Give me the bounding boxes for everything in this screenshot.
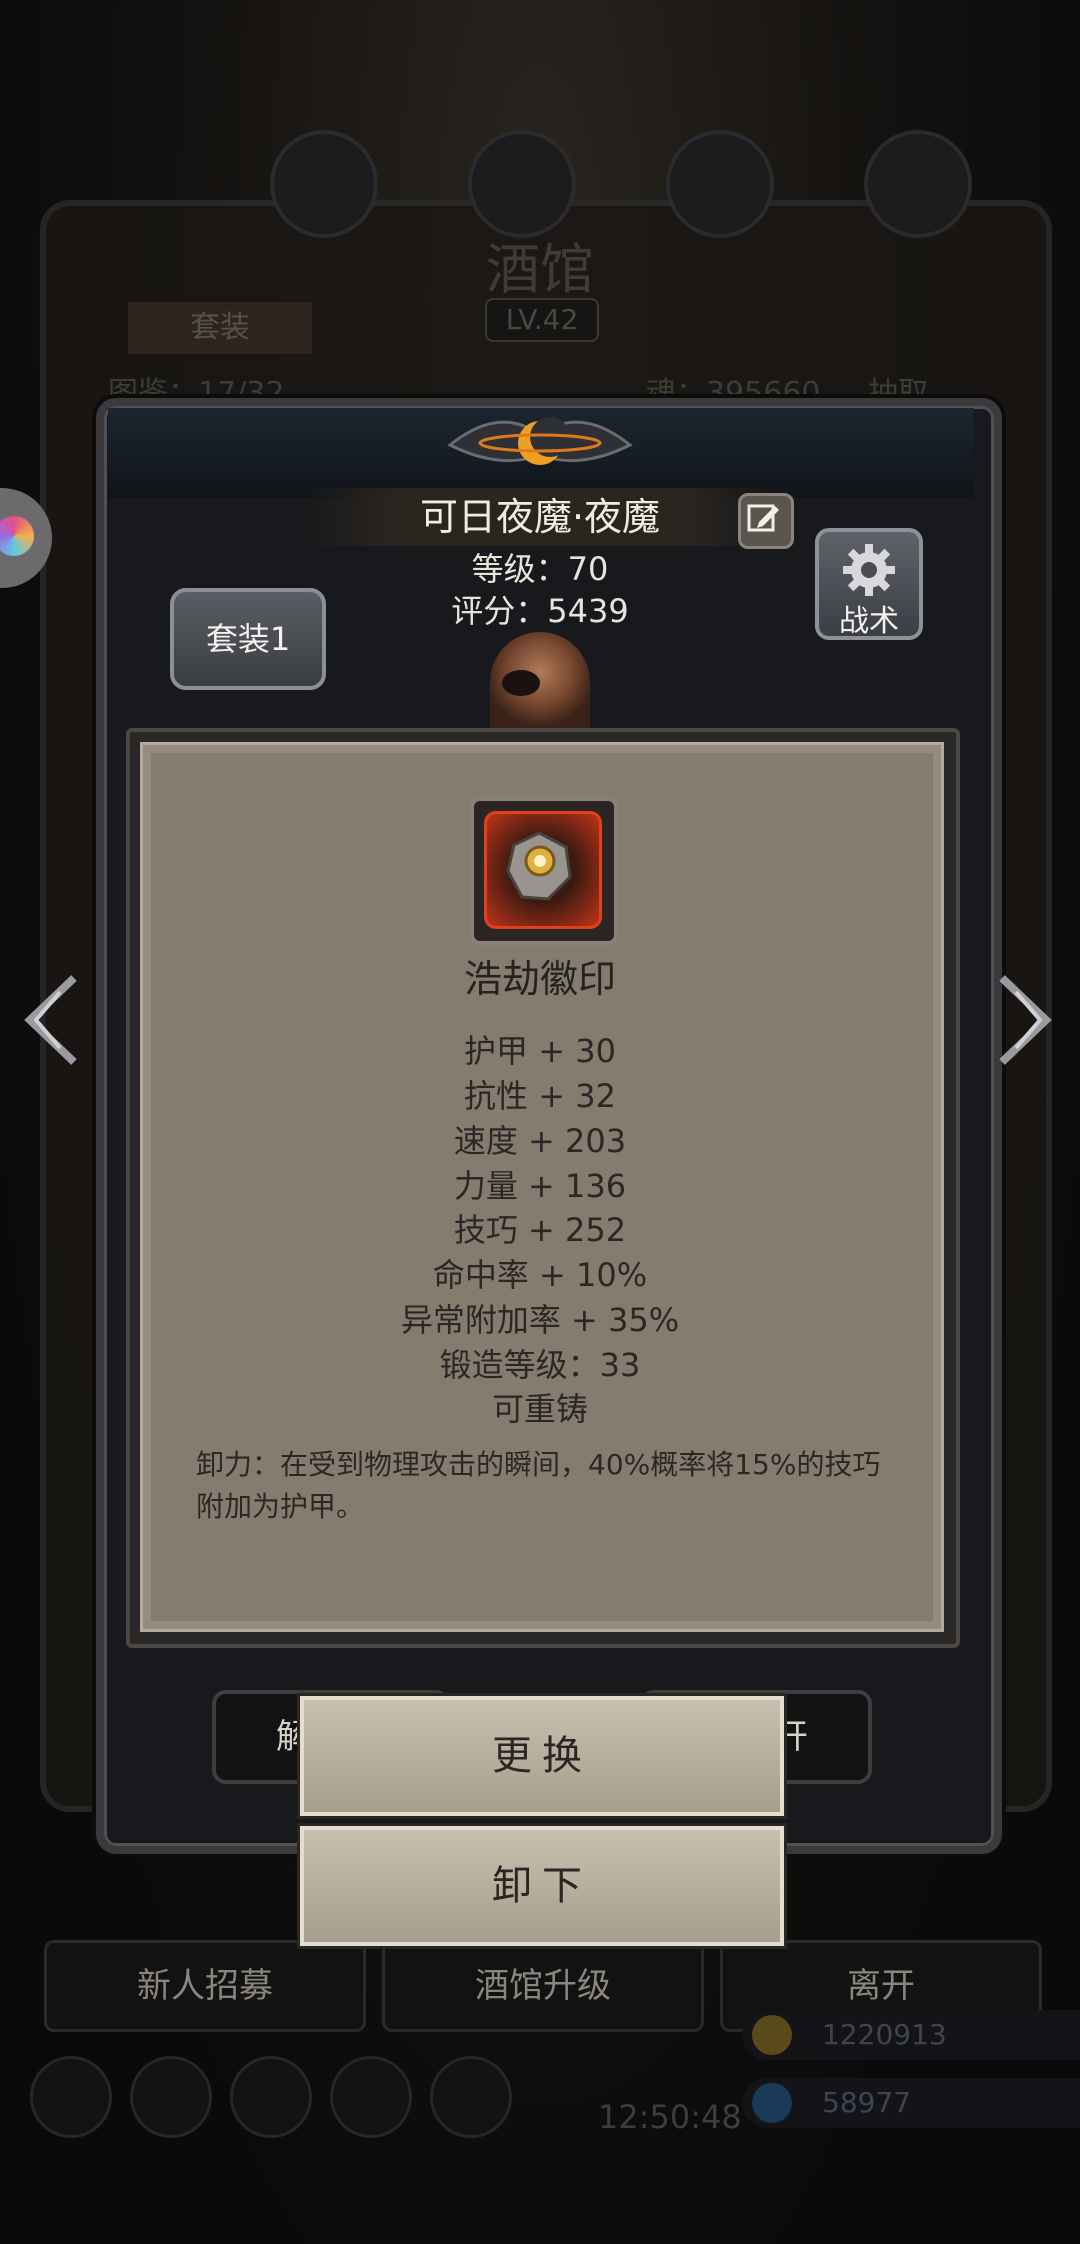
hero-name: 可日夜魔·夜魔 — [300, 488, 780, 546]
gem-icon — [752, 2083, 792, 2123]
top-icon-2 — [468, 130, 576, 238]
top-icon-row — [270, 130, 972, 238]
item-attribute: 速度 + 203 — [453, 1122, 627, 1160]
item-forge-level: 锻造等级：33 — [439, 1346, 641, 1384]
gold-counter: 1220913 — [742, 2010, 1080, 2060]
hero-portrait — [490, 632, 590, 732]
top-icon-1 — [270, 130, 378, 238]
item-attribute: 力量 + 136 — [453, 1167, 627, 1205]
gem-counter: 58977 — [742, 2078, 1080, 2128]
unequip-button[interactable]: 卸下 — [300, 1826, 784, 1946]
menu-icon-4[interactable] — [330, 2056, 412, 2138]
tavern-level: LV.42 — [485, 298, 599, 342]
top-icon-3 — [666, 130, 774, 238]
suit-1-button[interactable]: 套装1 — [170, 588, 326, 690]
item-name: 浩劫徽印 — [463, 957, 616, 1001]
menu-icon-3[interactable] — [230, 2056, 312, 2138]
item-attribute: 异常附加率 + 35% — [400, 1301, 680, 1339]
edit-icon — [747, 504, 779, 532]
gold-value: 1220913 — [822, 2018, 947, 2051]
item-description: 卸力：在受到物理攻击的瞬间，40%概率将15%的技巧附加为护甲。 — [196, 1448, 881, 1523]
tavern-title: 酒馆 — [486, 238, 594, 301]
edit-name-button[interactable] — [738, 493, 794, 549]
item-attribute: 抗性 + 32 — [464, 1077, 616, 1115]
item-reforgeable: 可重铸 — [491, 1390, 588, 1428]
upgrade-tavern-button[interactable]: 酒馆升级 — [382, 1940, 704, 2032]
tactics-button[interactable]: 战术 — [815, 528, 923, 640]
seal-icon — [506, 831, 572, 901]
item-slot — [470, 797, 618, 945]
clock: 12:50:48 — [598, 2098, 742, 2136]
gold-icon — [752, 2015, 792, 2055]
moon-emblem-icon — [447, 417, 633, 465]
recruit-button[interactable]: 新人招募 — [44, 1940, 366, 2032]
gear-icon — [843, 544, 895, 596]
gem-value: 58977 — [822, 2086, 912, 2119]
item-attribute: 护甲 + 30 — [464, 1032, 616, 1070]
top-icon-4 — [864, 130, 972, 238]
menu-icon-2[interactable] — [130, 2056, 212, 2138]
tactics-label: 战术 — [839, 604, 899, 639]
item-attribute: 命中率 + 10% — [432, 1256, 648, 1294]
eye-patch — [502, 670, 540, 696]
menu-icon-5[interactable] — [430, 2056, 512, 2138]
menu-icon-1[interactable] — [30, 2056, 112, 2138]
tab-suit: 套装 — [128, 302, 312, 354]
replace-button[interactable]: 更换 — [300, 1696, 784, 1816]
item-attribute: 技巧 + 252 — [453, 1211, 627, 1249]
